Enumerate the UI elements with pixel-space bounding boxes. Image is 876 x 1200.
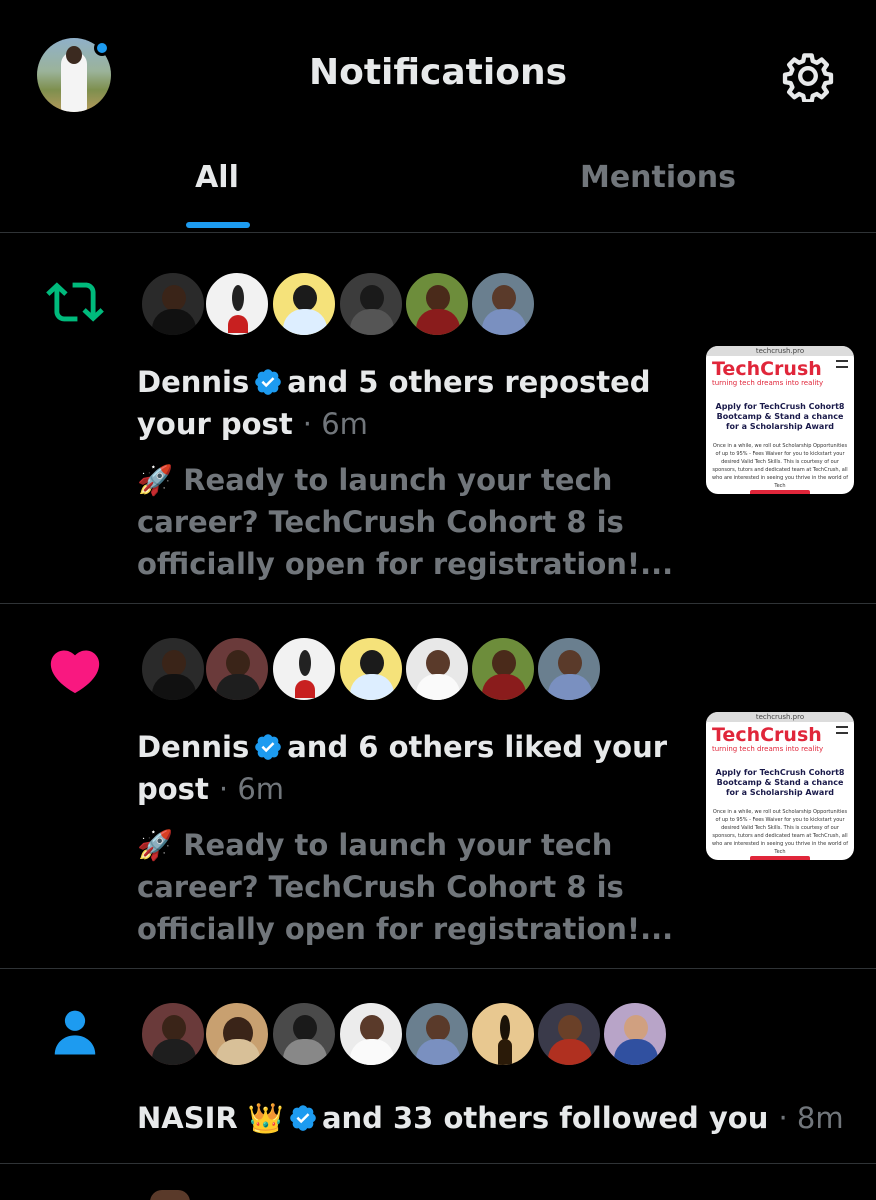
actor-name[interactable]: Dennis	[137, 365, 249, 399]
avatar[interactable]	[404, 271, 470, 337]
avatar[interactable]	[140, 636, 206, 702]
action-text: post	[137, 772, 209, 806]
action-text: and 33 others followed you	[321, 1101, 769, 1135]
thumbnail-body: Once in a while, we roll out Scholarship…	[712, 443, 848, 489]
repost-icon	[46, 282, 104, 322]
thumbnail-tagline: turning tech dreams into reality	[712, 379, 824, 387]
avatar[interactable]	[204, 1001, 270, 1067]
hamburger-icon	[836, 726, 848, 734]
notification-repost[interactable]: Dennis and 5 others reposted your post · …	[0, 233, 876, 603]
tab-all[interactable]: All	[0, 160, 434, 195]
preview-line: 🚀 Ready to launch your tech	[137, 459, 673, 501]
post-preview[interactable]: 🚀 Ready to launch your tech career? Tech…	[137, 824, 673, 950]
top-bar: Notifications	[0, 0, 876, 150]
headline-line: Dennis and 5 others reposted	[137, 361, 651, 403]
verified-badge-icon	[290, 1105, 316, 1131]
verified-badge-icon	[255, 369, 282, 395]
avatar[interactable]	[404, 636, 470, 702]
avatar[interactable]	[271, 636, 337, 702]
avatar[interactable]	[271, 271, 337, 337]
heart-icon	[50, 650, 100, 694]
preview-line: 🚀 Ready to launch your tech	[137, 824, 673, 866]
headline-line: Dennis and 6 others liked your	[137, 726, 667, 768]
tab-bar: All Mentions	[0, 150, 876, 232]
gear-icon[interactable]	[782, 50, 834, 102]
active-tab-indicator	[186, 222, 250, 228]
thumbnail-tagline: turning tech dreams into reality	[712, 745, 824, 753]
action-text: and 5 others reposted	[287, 365, 651, 399]
notification-like[interactable]: Dennis and 6 others liked your post · 6m …	[0, 604, 876, 968]
thumbnail-url: techcrush.pro	[706, 712, 854, 722]
notification-text: Dennis and 5 others reposted your post · …	[137, 361, 651, 445]
thumbnail-button	[750, 856, 810, 860]
thumbnail-logo: TechCrush	[712, 358, 822, 380]
avatar[interactable]	[338, 1001, 404, 1067]
thumbnail-logo: TechCrush	[712, 724, 822, 746]
avatar[interactable]	[536, 636, 602, 702]
action-text: your post	[137, 407, 293, 441]
action-text: and 6 others liked your	[287, 730, 668, 764]
divider	[0, 1163, 876, 1164]
preview-line: career? TechCrush Cohort 8 is	[137, 505, 624, 539]
avatar[interactable]	[140, 271, 206, 337]
rocket-emoji: 🚀	[137, 828, 174, 862]
notification-follow[interactable]: NASIR 👑 and 33 others followed you · 8m	[0, 969, 876, 1163]
page-title: Notifications	[308, 52, 568, 93]
post-preview[interactable]: 🚀 Ready to launch your tech career? Tech…	[137, 459, 673, 585]
headline-line: your post · 6m	[137, 403, 651, 445]
tab-mentions[interactable]: Mentions	[440, 160, 876, 195]
avatar[interactable]	[602, 1001, 668, 1067]
avatar[interactable]	[338, 636, 404, 702]
preview-line: officially open for registration!...	[137, 912, 674, 946]
post-thumbnail[interactable]: techcrush.pro TechCrush turning tech dre…	[706, 712, 854, 860]
rocket-emoji: 🚀	[137, 463, 174, 497]
avatar[interactable]	[470, 636, 536, 702]
thumbnail-heading: Apply for TechCrush Cohort8 Bootcamp & S…	[715, 768, 845, 797]
next-notification-partial	[150, 1190, 190, 1200]
avatar[interactable]	[404, 1001, 470, 1067]
avatar[interactable]	[338, 271, 404, 337]
timestamp: · 6m	[302, 407, 368, 441]
hamburger-icon	[836, 360, 848, 368]
preview-line: officially open for registration!...	[137, 547, 674, 581]
avatar[interactable]	[271, 1001, 337, 1067]
person-icon	[54, 1010, 96, 1055]
avatar[interactable]	[536, 1001, 602, 1067]
thumbnail-button	[750, 490, 810, 494]
actor-name[interactable]: Dennis	[137, 730, 249, 764]
avatar[interactable]	[204, 271, 270, 337]
avatar[interactable]	[140, 1001, 206, 1067]
timestamp: · 6m	[218, 772, 285, 806]
thumbnail-heading: Apply for TechCrush Cohort8 Bootcamp & S…	[715, 402, 845, 431]
thumbnail-body: Once in a while, we roll out Scholarship…	[712, 809, 848, 855]
actor-name[interactable]: NASIR 👑	[137, 1101, 284, 1135]
preview-text: Ready to launch your tech	[183, 463, 613, 497]
notification-text: Dennis and 6 others liked your post · 6m	[137, 726, 667, 810]
notification-text: NASIR 👑 and 33 others followed you · 8m	[137, 1097, 844, 1139]
preview-text: Ready to launch your tech	[183, 828, 613, 862]
preview-line: career? TechCrush Cohort 8 is	[137, 870, 624, 904]
avatar[interactable]	[204, 636, 270, 702]
post-thumbnail[interactable]: techcrush.pro TechCrush turning tech dre…	[706, 346, 854, 494]
verified-badge-icon	[255, 734, 282, 760]
thumbnail-url: techcrush.pro	[706, 346, 854, 356]
avatar[interactable]	[470, 1001, 536, 1067]
avatar[interactable]	[470, 271, 536, 337]
headline-line: post · 6m	[137, 768, 667, 810]
timestamp: · 8m	[778, 1101, 844, 1135]
